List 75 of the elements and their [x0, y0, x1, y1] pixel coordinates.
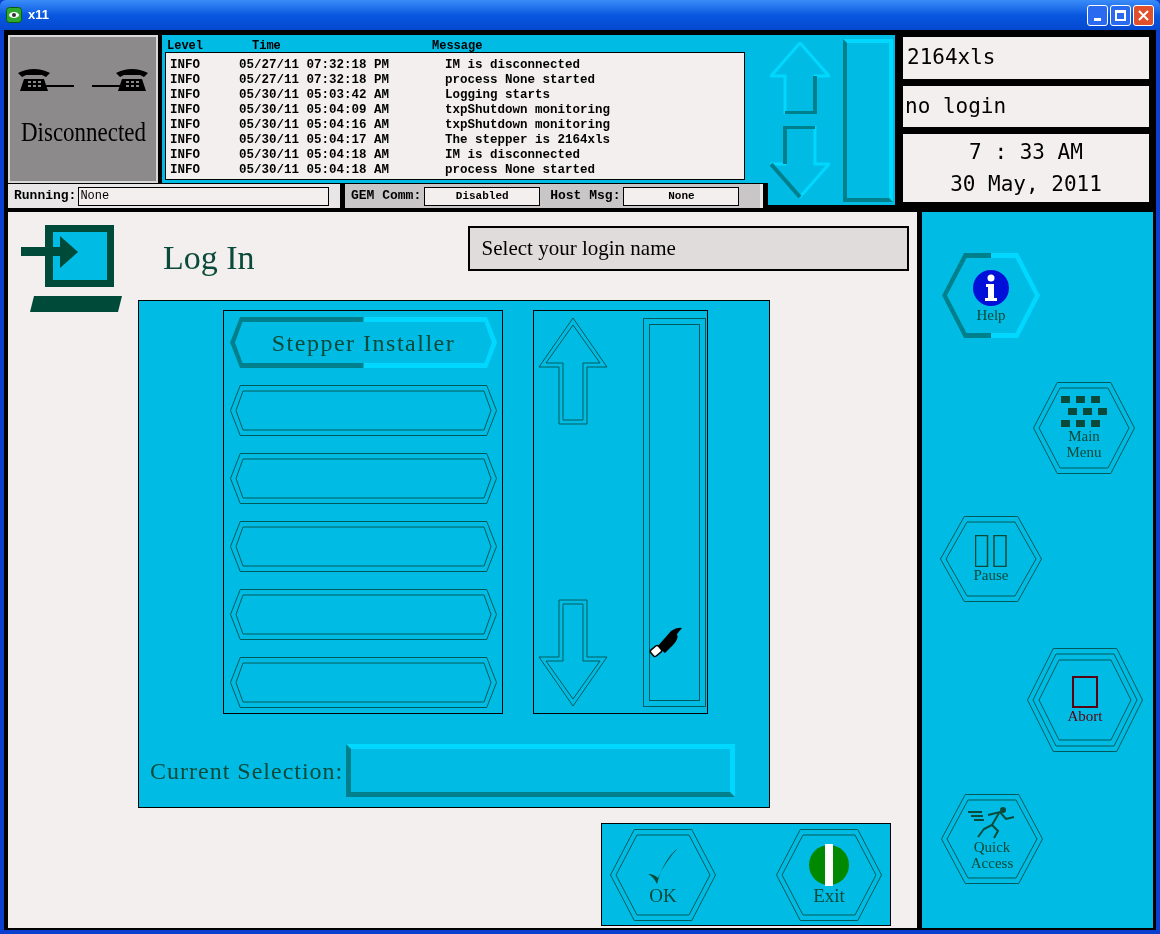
scroll-up-button[interactable] — [538, 317, 608, 425]
telephone-icon — [16, 67, 76, 93]
log-time: 05/30/11 05:04:17 AM — [239, 134, 391, 147]
empty-name-slot[interactable] — [230, 453, 497, 504]
log-time: 05/27/11 07:32:18 PM — [239, 74, 391, 87]
log-message: IM is disconnected — [445, 59, 581, 72]
log-time: 05/30/11 05:04:09 AM — [239, 104, 391, 117]
maximize-button[interactable] — [1110, 4, 1131, 26]
running-label: Running: — [14, 187, 77, 206]
log-time: 05/27/11 07:32:18 PM — [239, 59, 391, 72]
sidebar-button[interactable]: Main Menu — [1033, 382, 1135, 474]
log-level: INFO — [169, 104, 201, 117]
log-message: txpShutdown monitoring — [445, 119, 611, 132]
ok-button[interactable]: OK — [610, 828, 716, 921]
maximize-icon — [1115, 9, 1126, 21]
log-level: INFO — [169, 74, 201, 87]
log-message: Logging starts — [445, 89, 551, 102]
machine-name: 2164xls — [901, 35, 1151, 81]
login-icon — [20, 222, 122, 313]
log-time: 05/30/11 05:04:18 AM — [239, 164, 391, 177]
grid-icon — [1061, 396, 1107, 428]
close-icon — [1138, 9, 1149, 21]
log-level: INFO — [169, 119, 201, 132]
empty-name-slot[interactable] — [230, 657, 497, 708]
log-level: INFO — [169, 59, 201, 72]
connection-status: Disconnected — [20, 119, 146, 146]
login-prompt: Select your login name — [467, 226, 909, 271]
window-title: x11 — [28, 6, 49, 25]
empty-name-slot[interactable] — [230, 589, 497, 640]
sidebar-button[interactable]: Abort — [1027, 648, 1143, 752]
log-level: INFO — [169, 164, 201, 177]
clock-date: 30 May, 2011 — [950, 171, 1102, 198]
sidebar-button[interactable]: Quick Access — [941, 794, 1043, 884]
user-name: no login — [901, 84, 1151, 129]
pointing-hand-icon — [649, 625, 683, 659]
empty-name-slot[interactable] — [230, 385, 497, 436]
power-icon — [808, 843, 850, 886]
app-icon — [6, 7, 22, 23]
empty-name-slot[interactable] — [230, 521, 497, 572]
gem-comm-label: GEM Comm: — [351, 187, 422, 206]
log-message: process None started — [445, 74, 596, 87]
log-time: 05/30/11 05:04:18 AM — [239, 149, 391, 162]
sidebar-button[interactable]: Help — [942, 253, 1040, 338]
gem-comm-field: Disabled — [424, 186, 541, 206]
login-title: Log In — [163, 241, 255, 278]
host-message-field: None — [623, 186, 740, 206]
host-message-label: Host Msg: — [550, 187, 621, 206]
log-message: The stepper is 2164xls — [445, 134, 611, 147]
stop-icon — [1072, 676, 1098, 708]
login-name-button[interactable]: Stepper Installer — [230, 317, 497, 368]
minimize-button[interactable] — [1087, 4, 1108, 26]
log-level: INFO — [169, 149, 201, 162]
log-time: 05/30/11 05:03:42 AM — [239, 89, 391, 102]
log-message: IM is disconnected — [445, 149, 581, 162]
log-time: 05/30/11 05:04:16 AM — [239, 119, 391, 132]
info-icon — [972, 268, 1010, 307]
pause-icon — [975, 535, 1007, 567]
log-level: INFO — [169, 134, 201, 147]
close-button[interactable] — [1133, 4, 1154, 26]
column-header: Time — [252, 40, 282, 52]
running-figure-icon — [968, 807, 1016, 839]
log-level: INFO — [169, 89, 201, 102]
scroll-down-button[interactable] — [538, 599, 608, 707]
column-header: Level — [166, 40, 204, 52]
exit-button[interactable]: Exit — [776, 828, 882, 921]
log-message: txpShutdown monitoring — [445, 104, 611, 117]
running-field: None — [78, 186, 330, 206]
clock-time: 7 : 33 AM — [969, 139, 1083, 166]
current-selection-label: Current Selection: — [150, 756, 344, 786]
sidebar-button[interactable]: Pause — [940, 516, 1042, 602]
minimize-icon — [1094, 17, 1101, 21]
column-header: Message — [432, 40, 484, 52]
log-message: process None started — [445, 164, 596, 177]
telephone-icon — [90, 67, 150, 93]
scroll-track[interactable] — [643, 318, 706, 707]
